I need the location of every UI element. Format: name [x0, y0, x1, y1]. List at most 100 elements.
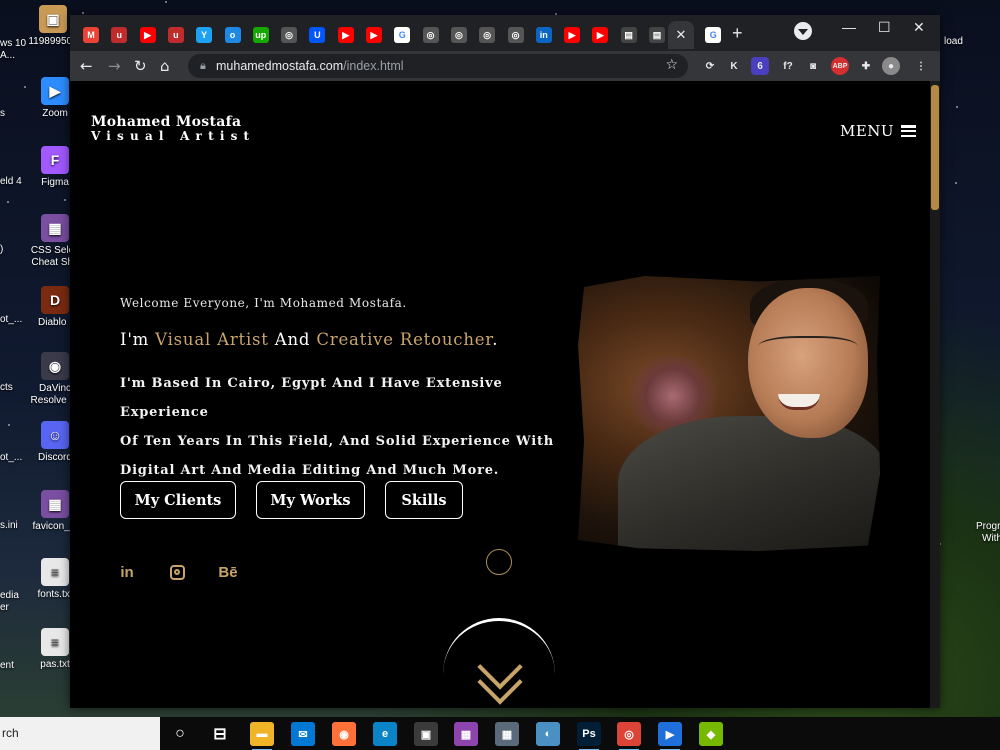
extension-icon[interactable]: ⋮ [912, 57, 930, 75]
address-bar[interactable]: 🔒︎ muhamedmostafa.com/index.html ☆ [188, 54, 688, 78]
behance-icon[interactable]: Bē [217, 561, 239, 583]
tab-favicon-icon: ▤ [649, 27, 665, 43]
app-icon: ▶ [41, 77, 69, 105]
taskbar-search[interactable]: rch [0, 717, 160, 750]
headline-part: I'm [120, 330, 156, 349]
home-button[interactable]: ⌂ [160, 57, 170, 75]
desktop-icon-label: ws 10 [0, 38, 27, 49]
star-dot [7, 201, 9, 204]
taskbar-app-icon[interactable]: ▦ [454, 722, 478, 746]
desktop-icon-label: eld 4 [0, 176, 22, 187]
scrollbar-thumb[interactable] [931, 85, 939, 210]
app-icon: F [41, 146, 69, 174]
instagram-icon[interactable] [166, 561, 188, 583]
new-tab-button[interactable]: + [732, 23, 743, 44]
taskbar-app-icon[interactable]: ▬ [250, 722, 274, 750]
menu-button[interactable]: MENU [840, 122, 917, 140]
browser-tab[interactable]: G [389, 21, 415, 49]
active-tab[interactable]: ✕ [668, 21, 694, 49]
browser-tab[interactable]: u [163, 21, 189, 49]
browser-tab[interactable]: ▤ [644, 21, 670, 49]
reload-button[interactable]: ↻ [134, 57, 147, 75]
extension-icon[interactable]: 6 [751, 57, 769, 75]
browser-tab[interactable]: u [106, 21, 132, 49]
extension-icon[interactable]: ✚ [857, 57, 875, 75]
browser-tab[interactable]: ◎ [276, 21, 302, 49]
tab-favicon-icon: ◎ [450, 27, 467, 43]
app-icon: ▣ [39, 5, 67, 33]
minimize-button[interactable]: — [842, 19, 856, 35]
browser-tab[interactable]: M [78, 21, 104, 49]
taskbar-app-icon[interactable]: ▦ [495, 722, 519, 746]
lock-icon: 🔒︎ [200, 59, 206, 72]
tab-favicon-icon: ▶ [564, 27, 581, 43]
tab-favicon-icon: u [167, 27, 184, 43]
tab-favicon-icon: G [705, 27, 722, 43]
back-button[interactable]: ← [80, 57, 93, 75]
browser-tab[interactable]: up [248, 21, 274, 49]
close-window-button[interactable]: ✕ [913, 19, 925, 36]
browser-tab[interactable]: ◎ [446, 21, 472, 49]
browser-tab[interactable]: in [531, 21, 557, 49]
taskbar-app-icon[interactable]: ◐ [536, 722, 560, 746]
extension-icon[interactable]: ABP [831, 57, 849, 75]
tab-favicon-icon: up [252, 27, 269, 43]
taskbar-search-text: rch [2, 726, 19, 740]
taskbar-app-icon[interactable]: ◆ [699, 722, 723, 746]
tab-favicon-icon: ▶ [592, 27, 609, 43]
browser-tab[interactable]: ▤ [616, 21, 642, 49]
forward-button[interactable]: → [108, 57, 121, 75]
tab-favicon-icon: U [309, 27, 326, 43]
bio-paragraph: I'm Based In Cairo, Egypt And I Have Ext… [120, 369, 590, 485]
my-clients-button[interactable]: My Clients [120, 481, 236, 519]
browser-tab[interactable]: ▶ [587, 21, 613, 49]
browser-tab[interactable]: ▶ [361, 21, 387, 49]
browser-tab[interactable]: ▶ [559, 21, 585, 49]
desktop-icon-label: load [944, 36, 963, 47]
extension-icon[interactable]: f? [779, 57, 797, 75]
taskbar-app-icon[interactable]: Ps [577, 722, 601, 750]
taskbar-app-icon[interactable]: ○ [168, 722, 192, 746]
app-icon: ▦ [41, 490, 69, 518]
taskbar-app-icon[interactable]: ⊟ [208, 722, 232, 746]
browser-tab[interactable]: Y [191, 21, 217, 49]
taskbar-app-icon[interactable]: e [373, 722, 397, 746]
url-host: muhamedmostafa.com [216, 59, 344, 73]
extension-icon[interactable]: K [725, 57, 743, 75]
tab-favicon-icon: o [224, 27, 241, 43]
taskbar-app-icon[interactable]: ▶ [658, 722, 682, 750]
close-tab-icon[interactable]: ✕ [676, 27, 687, 43]
url-path: /index.html [343, 59, 404, 73]
browser-tab[interactable]: G [700, 21, 726, 49]
browser-tab[interactable]: U [304, 21, 330, 49]
browser-tab[interactable]: ▶ [135, 21, 161, 49]
taskbar-app-icon[interactable]: ◉ [332, 722, 356, 746]
linkedin-icon[interactable]: in [116, 561, 138, 583]
my-works-button[interactable]: My Works [256, 481, 365, 519]
headline-highlight-visual-artist: Visual Artist [155, 330, 269, 349]
browser-tab[interactable]: ▶ [333, 21, 359, 49]
bookmark-star-icon[interactable]: ☆ [665, 57, 678, 73]
menu-label: MENU [840, 122, 895, 140]
skills-button[interactable]: Skills [385, 481, 463, 519]
app-icon: ◉ [41, 352, 69, 380]
taskbar-app-icon[interactable]: ✉ [291, 722, 315, 746]
browser-tab[interactable]: o [220, 21, 246, 49]
browser-tab[interactable]: ◎ [418, 21, 444, 49]
browser-tab[interactable]: ◎ [503, 21, 529, 49]
browser-tab[interactable]: ◎ [474, 21, 500, 49]
app-icon: ≡ [41, 558, 69, 586]
extension-icon[interactable]: ◙ [804, 57, 822, 75]
taskbar-app-icon[interactable]: ▣ [414, 722, 438, 746]
star-dot [955, 181, 958, 184]
maximize-button[interactable]: ☐ [878, 19, 891, 36]
taskbar-app-icon[interactable]: ◎ [617, 722, 641, 750]
star-dot [955, 105, 958, 108]
extension-icon[interactable]: ● [882, 57, 900, 75]
tab-favicon-icon: ▶ [366, 27, 382, 43]
site-brand-name[interactable]: Mohamed Mostafa [91, 114, 241, 130]
desktop-icon-label: edia [0, 590, 19, 601]
bio-line: Of Ten Years In This Field, And Solid Ex… [120, 434, 555, 449]
extension-icon[interactable]: ⟳ [701, 57, 719, 75]
desktop-icon-label: ) [0, 244, 4, 255]
